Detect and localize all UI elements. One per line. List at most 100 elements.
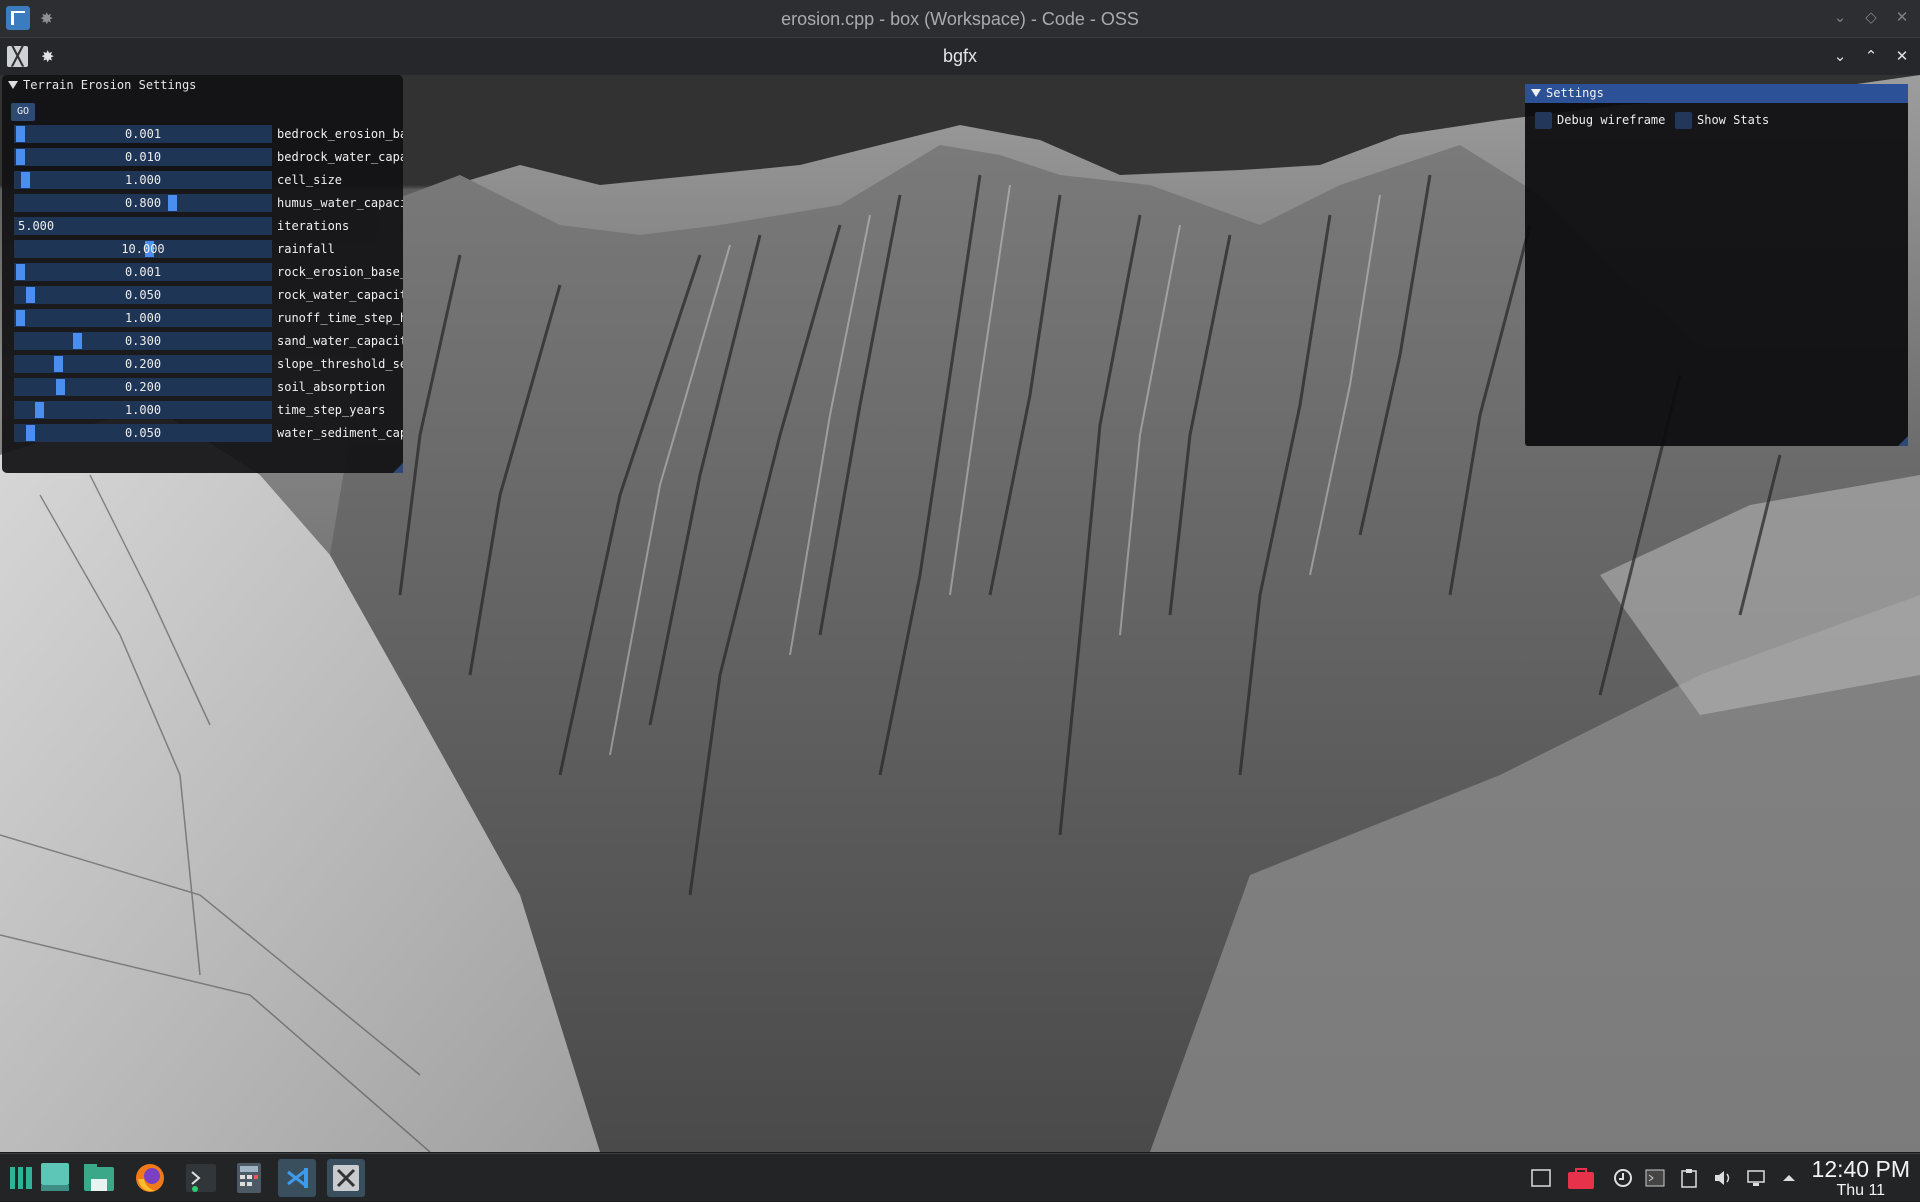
clock-date: Thu 11 bbox=[1836, 1182, 1886, 1199]
settings-window-header[interactable]: Settings bbox=[1525, 84, 1908, 103]
erosion-window-header[interactable]: Terrain Erosion Settings bbox=[2, 75, 403, 95]
param-value: 0.300 bbox=[124, 334, 162, 348]
update-icon[interactable] bbox=[1613, 1168, 1633, 1188]
app-launcher-icon[interactable] bbox=[2, 1159, 40, 1197]
collapse-triangle-icon[interactable] bbox=[1531, 89, 1541, 97]
resize-grip[interactable] bbox=[1898, 436, 1908, 446]
param-slider[interactable]: 0.050 bbox=[14, 286, 272, 304]
clipboard-icon[interactable] bbox=[1679, 1168, 1699, 1188]
param-slider[interactable]: 0.001 bbox=[14, 263, 272, 281]
debug-wireframe-label: Debug wireframe bbox=[1557, 113, 1666, 127]
param-row-bedrock_water_capa: 0.010 bedrock_water_capa bbox=[11, 146, 403, 169]
calculator-icon[interactable] bbox=[230, 1159, 268, 1197]
param-slider[interactable]: 1.000 bbox=[14, 171, 272, 189]
param-value: 0.200 bbox=[124, 380, 162, 394]
param-row-cell_size: 1.000 cell_size bbox=[11, 169, 403, 192]
maximize-icon[interactable]: ⌃ bbox=[1862, 48, 1880, 66]
close-icon[interactable]: ✕ bbox=[1893, 48, 1911, 66]
param-row-sand_water_capacit: 0.300 sand_water_capacit bbox=[11, 330, 403, 353]
param-value: 0.001 bbox=[124, 127, 162, 141]
param-value: 0.200 bbox=[124, 357, 162, 371]
param-label: rock_water_capacit bbox=[277, 288, 403, 302]
param-row-runoff_time_step_h: 1.000 runoff_time_step_h bbox=[11, 307, 403, 330]
param-slider[interactable]: 0.200 bbox=[14, 378, 272, 396]
param-label: cell_size bbox=[277, 173, 343, 187]
minimize-icon[interactable]: ⌄ bbox=[1831, 48, 1849, 66]
param-row-slope_threshold_se: 0.200 slope_threshold_se bbox=[11, 353, 403, 376]
erosion-window-title: Terrain Erosion Settings bbox=[23, 78, 197, 92]
maximize-icon[interactable]: ◇ bbox=[1862, 9, 1880, 27]
outer-window-title: erosion.cpp - box (Workspace) - Code - O… bbox=[781, 9, 1139, 29]
param-row-water_sediment_cap: 0.050 water_sediment_cap bbox=[11, 422, 403, 445]
param-slider[interactable]: 0.300 bbox=[14, 332, 272, 350]
clock-time: 12:40 PM bbox=[1811, 1156, 1910, 1182]
param-row-iterations: 5.000 iterations bbox=[11, 215, 403, 238]
param-row-humus_water_capaci: 0.800 humus_water_capaci bbox=[11, 192, 403, 215]
taskbar: 12:40 PM Thu 11 bbox=[0, 1153, 1920, 1201]
erosion-param-list: 0.001 bedrock_erosion_ba 0.010 bedrock_wate… bbox=[11, 123, 403, 445]
param-slider[interactable]: 0.001 bbox=[14, 125, 272, 143]
param-row-rock_water_capacit: 0.050 rock_water_capacit bbox=[11, 284, 403, 307]
param-value: 1.000 bbox=[124, 311, 162, 325]
param-value: 1.000 bbox=[124, 173, 162, 187]
resize-grip[interactable] bbox=[393, 463, 403, 473]
show-stats-checkbox[interactable] bbox=[1675, 112, 1692, 129]
param-slider[interactable]: 0.200 bbox=[14, 355, 272, 373]
collapse-triangle-icon[interactable] bbox=[8, 81, 18, 89]
clock[interactable]: 12:40 PM Thu 11 bbox=[1812, 1156, 1910, 1200]
param-label: bedrock_erosion_ba bbox=[277, 127, 403, 141]
bgfx-title-bar: ╳ ✸ bgfx ⌄ ⌃ ✕ bbox=[0, 38, 1920, 75]
param-slider[interactable]: 1.000 bbox=[14, 309, 272, 327]
param-row-soil_absorption: 0.200 soil_absorption bbox=[11, 376, 403, 399]
terminal-tray-icon[interactable] bbox=[1645, 1168, 1665, 1188]
minimize-icon[interactable]: ⌄ bbox=[1831, 9, 1849, 27]
vscode-icon[interactable] bbox=[278, 1159, 316, 1197]
param-label: humus_water_capaci bbox=[277, 196, 403, 210]
outer-title-bar: ✸ erosion.cpp - box (Workspace) - Code -… bbox=[0, 0, 1920, 38]
debug-wireframe-checkbox[interactable] bbox=[1535, 112, 1552, 129]
param-row-bedrock_erosion_ba: 0.001 bedrock_erosion_ba bbox=[11, 123, 403, 146]
param-value: 1.000 bbox=[124, 403, 162, 417]
network-icon[interactable] bbox=[1747, 1168, 1767, 1188]
bgfx-app-icon[interactable] bbox=[327, 1159, 365, 1197]
expand-tray-icon[interactable] bbox=[1779, 1168, 1799, 1188]
param-row-time_step_years: 1.000 time_step_years bbox=[11, 399, 403, 422]
settings-window: Settings Debug wireframe Show Stats bbox=[1525, 84, 1908, 446]
settings-window-title: Settings bbox=[1546, 86, 1604, 100]
param-input-field[interactable]: 5.000 bbox=[14, 217, 272, 235]
param-slider[interactable]: 0.010 bbox=[14, 148, 272, 166]
param-label: iterations bbox=[277, 219, 350, 233]
bgfx-window-title: bgfx bbox=[942, 46, 978, 66]
param-label: rock_erosion_base_ bbox=[277, 265, 403, 279]
param-slider[interactable]: 1.000 bbox=[14, 401, 272, 419]
param-value: 0.800 bbox=[124, 196, 162, 210]
param-value: 0.050 bbox=[124, 426, 162, 440]
go-button[interactable]: GO bbox=[11, 103, 35, 121]
param-value: 10.000 bbox=[121, 242, 165, 256]
param-slider[interactable]: 10.000 bbox=[14, 240, 272, 258]
param-slider[interactable]: 0.800 bbox=[14, 194, 272, 212]
window-icon[interactable] bbox=[1531, 1168, 1551, 1188]
terrain-erosion-settings-window: Terrain Erosion Settings GO 0.001 bedrock… bbox=[2, 75, 403, 473]
param-label: slope_threshold_se bbox=[277, 357, 403, 371]
file-manager-icon[interactable] bbox=[80, 1159, 118, 1197]
param-label: rainfall bbox=[277, 242, 335, 256]
param-label: soil_absorption bbox=[277, 380, 386, 394]
briefcase-icon[interactable] bbox=[1567, 1168, 1594, 1189]
show-stats-label: Show Stats bbox=[1697, 113, 1770, 127]
param-value: 0.001 bbox=[124, 265, 162, 279]
param-row-rock_erosion_base_: 0.001 rock_erosion_base_ bbox=[11, 261, 403, 284]
param-value: 5.000 bbox=[18, 219, 55, 233]
desktop-icon[interactable] bbox=[36, 1159, 74, 1197]
param-slider[interactable]: 0.050 bbox=[14, 424, 272, 442]
param-label: bedrock_water_capa bbox=[277, 150, 403, 164]
volume-icon[interactable] bbox=[1713, 1168, 1733, 1188]
param-label: sand_water_capacit bbox=[277, 334, 403, 348]
param-value: 0.010 bbox=[124, 150, 162, 164]
close-icon[interactable]: ✕ bbox=[1893, 9, 1911, 27]
firefox-icon[interactable] bbox=[131, 1159, 169, 1197]
terminal-icon[interactable] bbox=[182, 1159, 220, 1197]
param-label: water_sediment_cap bbox=[277, 426, 403, 440]
param-label: runoff_time_step_h bbox=[277, 311, 403, 325]
param-row-rainfall: 10.000 rainfall bbox=[11, 238, 403, 261]
